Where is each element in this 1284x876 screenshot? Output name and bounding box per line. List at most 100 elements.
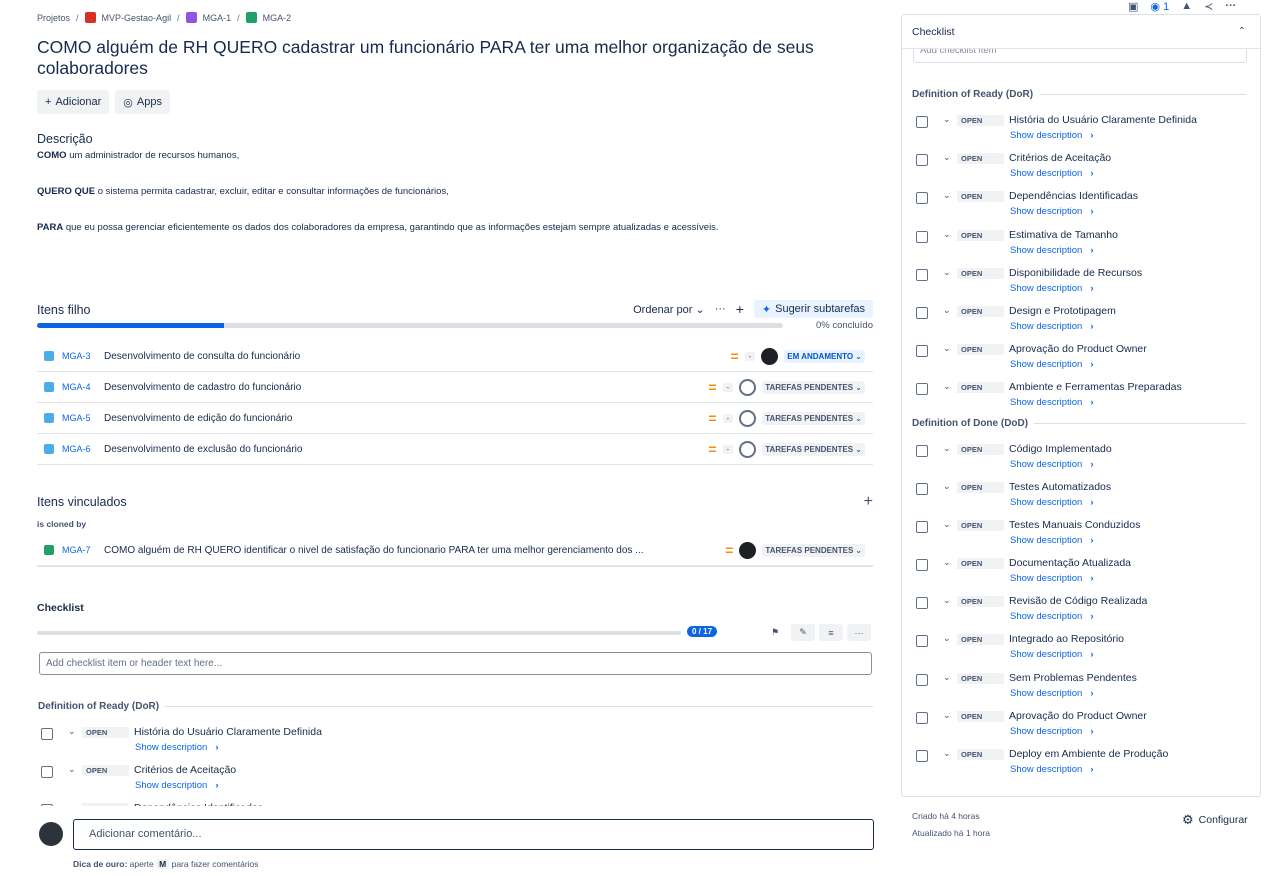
add-child-icon[interactable]: +	[736, 301, 744, 317]
show-description-link[interactable]: Show description ›	[1010, 245, 1094, 256]
checklist-item[interactable]: ⌄ OPEN Documentação Atualizada Show descrip…	[912, 551, 1246, 589]
show-description-link[interactable]: Show description ›	[1010, 573, 1094, 584]
checklist-item-label[interactable]: História do Usuário Claramente Definida	[134, 726, 322, 738]
chevron-down-icon[interactable]: ⌄	[943, 114, 951, 125]
checklist-item[interactable]: ⌄ OPEN Critérios de Aceitação Show descript…	[37, 758, 873, 796]
status-dropdown[interactable]: TAREFAS PENDENTES ⌄	[762, 380, 865, 394]
checklist-item-label[interactable]: Testes Manuais Conduzidos	[1009, 519, 1140, 531]
status-dropdown[interactable]: TAREFAS PENDENTES ⌄	[762, 543, 865, 557]
checklist-item[interactable]: ⌄OPENDependências IdentificadasShow desc…	[912, 184, 1246, 222]
child-item-row[interactable]: MGA-6 Desenvolvimento de exclusão do func…	[37, 434, 873, 465]
checkbox[interactable]	[916, 711, 928, 724]
chevron-down-icon[interactable]: ⌄	[943, 672, 951, 683]
checklist-item-label[interactable]: Revisão de Código Realizada	[1009, 595, 1147, 607]
checklist-add-input[interactable]: Add checklist item or header text here..…	[39, 652, 872, 675]
description-line[interactable]: COMO um administrador de recursos humano…	[37, 150, 239, 161]
checklist-item[interactable]: ⌄ OPEN História do Usuário Claramente Defi…	[37, 720, 873, 758]
edit-icon[interactable]: ✎	[791, 624, 815, 641]
chevron-down-icon[interactable]: ⌄	[943, 481, 951, 492]
chevron-down-icon[interactable]: ⌄	[943, 748, 951, 759]
show-description-link[interactable]: Show description ›	[1010, 459, 1094, 470]
checkbox[interactable]	[916, 444, 928, 457]
issue-key[interactable]: MGA-4	[62, 382, 104, 392]
chevron-down-icon[interactable]: ⌄	[943, 633, 951, 644]
checklist-item-label[interactable]: Dependências Identificadas	[134, 802, 263, 806]
checkbox[interactable]	[916, 673, 928, 686]
issue-key[interactable]: MGA-7	[62, 545, 104, 555]
checklist-item[interactable]: ⌄ OPEN Integrado ao Repositório Show descri…	[912, 627, 1246, 665]
show-description-link[interactable]: Show description ›	[1010, 649, 1094, 660]
apps-button[interactable]: ◎ Apps	[115, 90, 170, 114]
issue-key[interactable]: MGA-6	[62, 444, 104, 454]
checklist-panel-header[interactable]: Checklist ⌃	[902, 15, 1260, 49]
checklist-item[interactable]: ⌄OPENDependências IdentificadasShow desc…	[37, 796, 873, 806]
checkbox[interactable]	[41, 804, 53, 806]
show-description-link[interactable]: Show description ›	[1010, 764, 1094, 775]
show-description-link[interactable]: Show description ›	[1010, 130, 1094, 141]
issue-title[interactable]: COMO alguém de RH QUERO cadastrar um fun…	[37, 37, 837, 79]
chevron-down-icon[interactable]: ⌄	[943, 710, 951, 721]
checklist-item-label[interactable]: Testes Automatizados	[1009, 481, 1111, 493]
chevron-down-icon[interactable]: ⌄	[943, 343, 951, 354]
checklist-item-label[interactable]: Ambiente e Ferramentas Preparadas	[1009, 381, 1182, 393]
chevron-up-icon[interactable]: ⌃	[1238, 26, 1246, 37]
checklist-item[interactable]: ⌄ OPEN Testes Manuais Conduzidos Show descr…	[912, 513, 1246, 551]
chevron-down-icon[interactable]: ⌄	[943, 305, 951, 316]
checkbox[interactable]	[916, 192, 928, 205]
order-by-button[interactable]: Ordenar por ⌄	[633, 303, 705, 316]
checklist-item[interactable]: ⌄ OPEN Critérios de Aceitação Show descript…	[912, 146, 1246, 184]
checkbox[interactable]	[916, 345, 928, 358]
checklist-item[interactable]: ⌄ OPEN Aprovação do Product Owner Show desc…	[912, 704, 1246, 742]
checklist-item[interactable]: ⌄ OPEN Design e Prototipagem Show descripti…	[912, 299, 1246, 337]
suggest-subtasks-button[interactable]: ✦ Sugerir subtarefas	[753, 300, 873, 318]
add-link-icon[interactable]: +	[864, 493, 873, 511]
checklist-item-label[interactable]: Critérios de Aceitação	[134, 764, 236, 776]
checkbox[interactable]	[916, 597, 928, 610]
checkbox[interactable]	[41, 728, 53, 740]
checklist-item[interactable]: ⌄ OPEN Revisão de Código Realizada Show des…	[912, 589, 1246, 627]
checkbox[interactable]	[916, 230, 928, 243]
chevron-down-icon[interactable]: ⌄	[943, 595, 951, 606]
breadcrumb-epic[interactable]: MGA-1	[203, 13, 232, 23]
child-item-row[interactable]: MGA-5 Desenvolvimento de edição do funcio…	[37, 403, 873, 434]
checklist-item-label[interactable]: História do Usuário Claramente Definida	[1009, 114, 1197, 126]
chevron-down-icon[interactable]: ⌄	[943, 381, 951, 392]
chevron-down-icon[interactable]: ⌄	[943, 267, 951, 278]
show-description-link[interactable]: Show description ›	[1010, 611, 1094, 622]
comment-input[interactable]: Adicionar comentário...	[73, 819, 874, 850]
more-icon[interactable]: ···	[1225, 0, 1236, 12]
checklist-item[interactable]: ⌄ OPEN Aprovação do Product Owner Show desc…	[912, 337, 1246, 375]
checklist-item-label[interactable]: Dependências Identificadas	[1009, 190, 1138, 202]
show-description-link[interactable]: Show description ›	[135, 742, 219, 753]
checklist-item-label[interactable]: Estimativa de Tamanho	[1009, 229, 1118, 241]
show-description-link[interactable]: Show description ›	[1010, 168, 1094, 179]
chevron-down-icon[interactable]: ⌄	[943, 557, 951, 568]
chevron-down-icon[interactable]: ⌄	[68, 764, 76, 775]
issue-key[interactable]: MGA-5	[62, 413, 104, 423]
checkbox[interactable]	[916, 559, 928, 572]
breadcrumb-projects[interactable]: Projetos	[37, 13, 70, 23]
checklist-item[interactable]: ⌄ OPEN História do Usuário Claramente Defi…	[912, 108, 1246, 146]
checklist-item-label[interactable]: Código Implementado	[1009, 443, 1112, 455]
chevron-down-icon[interactable]: ⌄	[943, 519, 951, 530]
checklist-item[interactable]: ⌄ OPEN Testes Automatizados Show descriptio…	[912, 475, 1246, 513]
checklist-item-label[interactable]: Design e Prototipagem	[1009, 305, 1116, 317]
chevron-down-icon[interactable]: ⌄	[68, 802, 76, 806]
chevron-down-icon[interactable]: ⌄	[943, 229, 951, 240]
filter-icon[interactable]: ≡	[819, 624, 843, 641]
breadcrumb-project[interactable]: MVP-Gestao-Agil	[102, 13, 172, 23]
checklist-item-label[interactable]: Disponibilidade de Recursos	[1009, 267, 1142, 279]
checkbox[interactable]	[916, 750, 928, 762]
checklist-item[interactable]: ⌄ OPEN Deploy em Ambiente de Produção Show …	[912, 742, 1246, 780]
status-dropdown[interactable]: TAREFAS PENDENTES ⌄	[762, 411, 865, 425]
breadcrumb-issue[interactable]: MGA-2	[263, 13, 292, 23]
show-description-link[interactable]: Show description ›	[1010, 397, 1094, 408]
show-description-link[interactable]: Show description ›	[1010, 688, 1094, 699]
checkbox[interactable]	[916, 635, 928, 648]
child-item-row[interactable]: MGA-4 Desenvolvimento de cadastro do func…	[37, 372, 873, 403]
issue-summary[interactable]: Desenvolvimento de consulta do funcionár…	[104, 351, 300, 362]
more-icon[interactable]: ···	[847, 624, 871, 641]
checklist-item[interactable]: ⌄ OPEN Código Implementado Show description…	[912, 437, 1246, 475]
chevron-down-icon[interactable]: ⌄	[943, 190, 951, 201]
lock-icon[interactable]: ▣	[1128, 0, 1138, 13]
